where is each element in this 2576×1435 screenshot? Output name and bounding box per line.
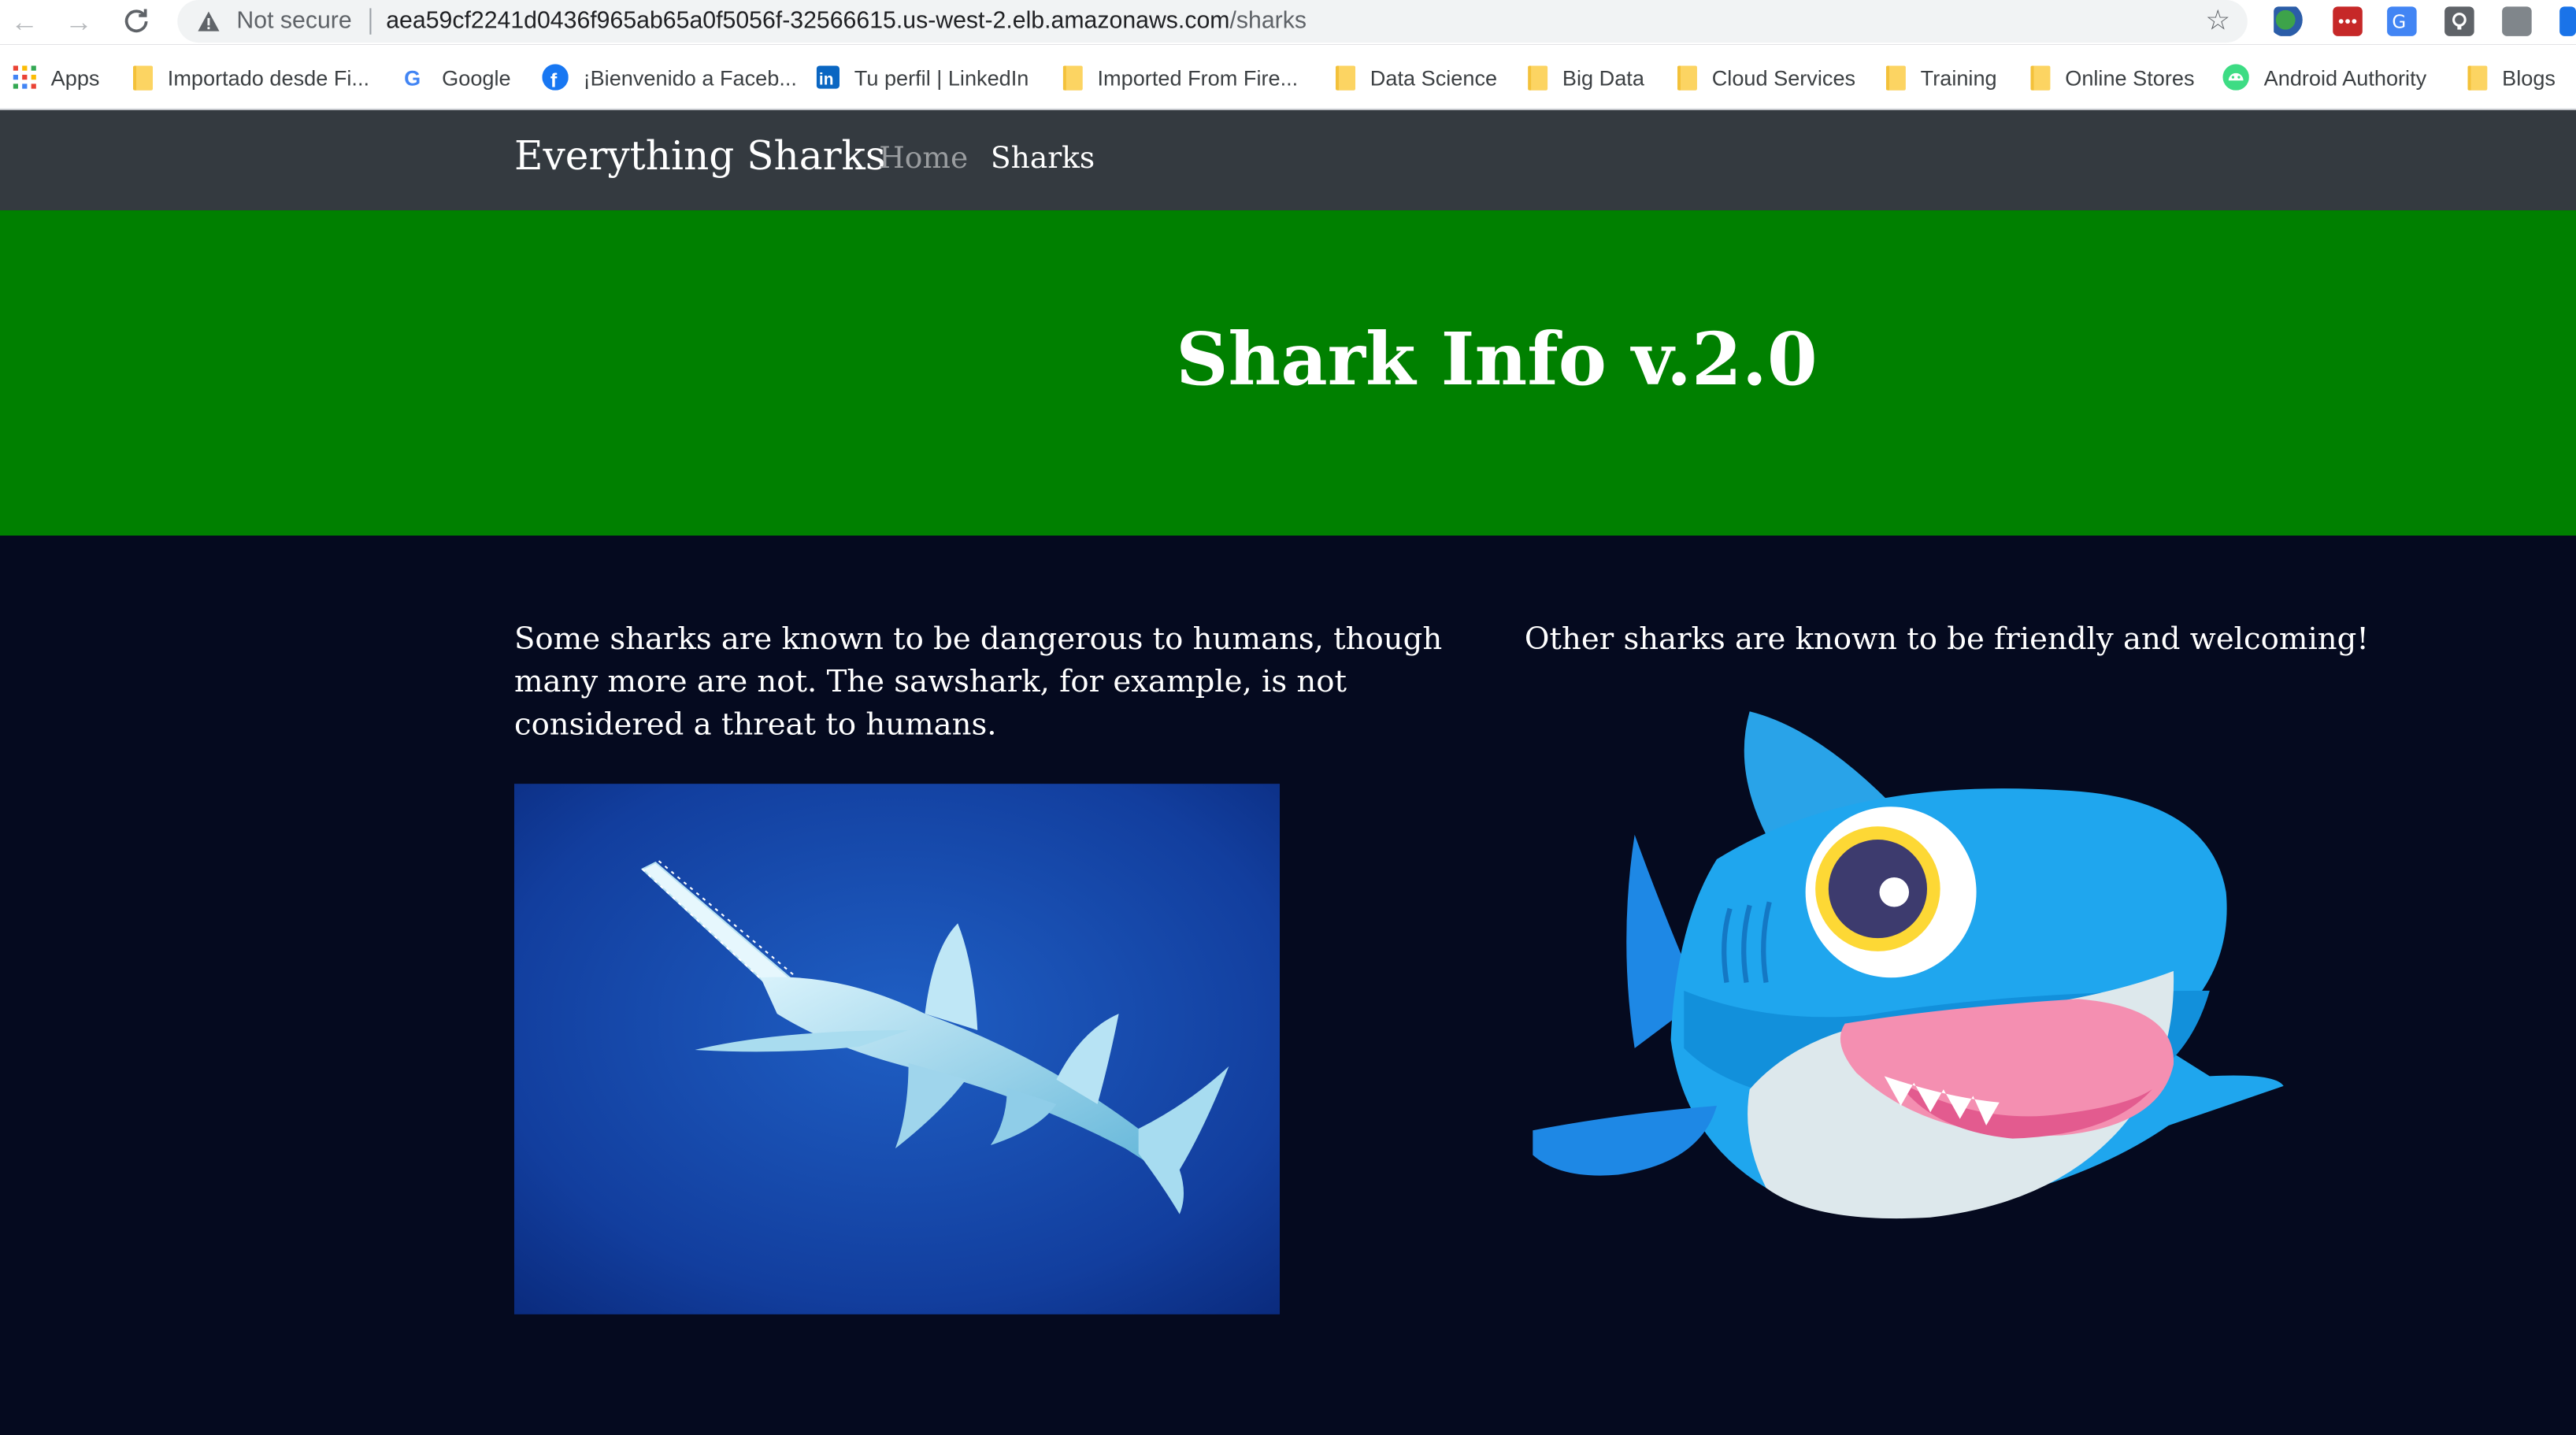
url-path: /sharks bbox=[1229, 8, 1307, 35]
browser-window: ← → Not secure aea59cf2241d0436f965ab65a… bbox=[0, 0, 2576, 1435]
brand-link[interactable]: Everything Sharks bbox=[514, 133, 886, 179]
nav-home-link[interactable]: Home bbox=[879, 141, 968, 176]
facebook-icon: f bbox=[542, 64, 569, 91]
star-icon[interactable]: ☆ bbox=[2201, 5, 2234, 38]
url-host: aea59cf2241d0436f965ab65a0f5056f-3256661… bbox=[386, 8, 1230, 35]
forward-arrow-icon[interactable]: → bbox=[62, 5, 95, 38]
sawshark-photo bbox=[513, 784, 1281, 1314]
hero-banner: Shark Info v.2.0 bbox=[0, 210, 2576, 536]
folder-icon bbox=[132, 65, 154, 90]
extension-translate-icon[interactable]: G bbox=[2387, 6, 2417, 36]
bookmark-android-authority[interactable]: Android Authority bbox=[2222, 62, 2426, 92]
omnibox[interactable]: Not secure aea59cf2241d0436f965ab65a0f50… bbox=[177, 0, 2248, 43]
svg-text:G: G bbox=[2392, 12, 2406, 32]
folder-icon bbox=[1885, 65, 1906, 90]
bookmark-label: Tu perfil | LinkedIn bbox=[854, 65, 1029, 90]
bookmark-importado[interactable]: Importado desde Fi... bbox=[132, 62, 370, 92]
bookmark-facebook[interactable]: f ¡Bienvenido a Faceb... bbox=[542, 62, 797, 92]
folder-icon bbox=[1677, 65, 1697, 90]
bookmark-label: Training bbox=[1920, 65, 1997, 90]
bookmark-apps[interactable]: Apps bbox=[13, 62, 100, 92]
folder-icon bbox=[1335, 65, 1356, 90]
bookmark-label: Data Science bbox=[1370, 65, 1498, 90]
bookmark-data-science[interactable]: Data Science bbox=[1335, 62, 1498, 92]
folder-icon bbox=[1528, 65, 1548, 90]
dangerous-sharks-text: Some sharks are known to be dangerous to… bbox=[513, 622, 1443, 743]
bookmark-label: Android Authority bbox=[2263, 65, 2427, 90]
back-arrow-icon[interactable]: ← bbox=[8, 5, 41, 38]
linkedin-icon: in bbox=[816, 65, 840, 89]
reload-icon[interactable] bbox=[120, 5, 153, 38]
svg-text:f: f bbox=[550, 70, 558, 91]
folder-icon bbox=[2030, 65, 2051, 90]
extension-globe-icon[interactable] bbox=[2274, 6, 2304, 36]
bookmark-blogs[interactable]: Blogs bbox=[2467, 62, 2556, 92]
bookmarks-bar: Apps Importado desde Fi... G Google f ¡B… bbox=[0, 44, 2576, 110]
address-bar-row: ← → Not secure aea59cf2241d0436f965ab65a… bbox=[0, 0, 2576, 45]
bookmark-label: ¡Bienvenido a Faceb... bbox=[583, 65, 797, 90]
bookmark-label: Apps bbox=[50, 65, 100, 90]
android-icon bbox=[2222, 64, 2249, 91]
url-text[interactable]: aea59cf2241d0436f965ab65a0f5056f-3256661… bbox=[386, 8, 1307, 34]
bookmark-linkedin[interactable]: in Tu perfil | LinkedIn bbox=[816, 62, 1029, 92]
bookmark-label: Big Data bbox=[1562, 65, 1644, 90]
extension-photos-icon[interactable] bbox=[2502, 6, 2532, 36]
warning-icon[interactable] bbox=[197, 10, 220, 33]
bookmark-label: Google bbox=[442, 65, 511, 90]
friendly-sharks-text: Other sharks are known to be friendly an… bbox=[1524, 622, 2369, 658]
bookmark-label: Importado desde Fi... bbox=[167, 65, 370, 90]
site-navbar: Everything Sharks Home Sharks bbox=[0, 109, 2576, 211]
bookmark-big-data[interactable]: Big Data bbox=[1528, 62, 1644, 92]
bookmark-imported-firefox[interactable]: Imported From Fire... bbox=[1062, 62, 1299, 92]
bookmark-label: Cloud Services bbox=[1711, 65, 1856, 90]
main-content: Some sharks are known to be dangerous to… bbox=[0, 536, 2576, 1435]
bookmark-google[interactable]: G Google bbox=[404, 62, 510, 92]
folder-icon bbox=[1062, 65, 1083, 90]
apps-grid-icon bbox=[13, 65, 36, 89]
omnibox-divider bbox=[369, 8, 372, 35]
security-label[interactable]: Not secure bbox=[236, 8, 351, 34]
bookmark-training[interactable]: Training bbox=[1885, 62, 1997, 92]
svg-text:G: G bbox=[404, 65, 421, 90]
bookmark-label: Blogs bbox=[2502, 65, 2556, 90]
nav-sharks-link[interactable]: Sharks bbox=[991, 141, 1095, 176]
cartoon-shark-image bbox=[1533, 711, 2284, 1219]
extension-keep-icon[interactable] bbox=[2444, 6, 2474, 36]
folder-icon bbox=[2467, 65, 2488, 90]
hero-title: Shark Info v.2.0 bbox=[1176, 318, 1818, 403]
google-icon: G bbox=[404, 65, 421, 90]
bookmark-online-stores[interactable]: Online Stores bbox=[2030, 62, 2195, 92]
extension-lastpass-icon[interactable] bbox=[2333, 6, 2363, 36]
extension-partial-icon[interactable] bbox=[2559, 6, 2576, 36]
bookmark-label: Imported From Fire... bbox=[1097, 65, 1299, 90]
bookmark-cloud-services[interactable]: Cloud Services bbox=[1677, 62, 1855, 92]
bookmark-label: Online Stores bbox=[2065, 65, 2195, 90]
svg-text:in: in bbox=[819, 70, 834, 88]
